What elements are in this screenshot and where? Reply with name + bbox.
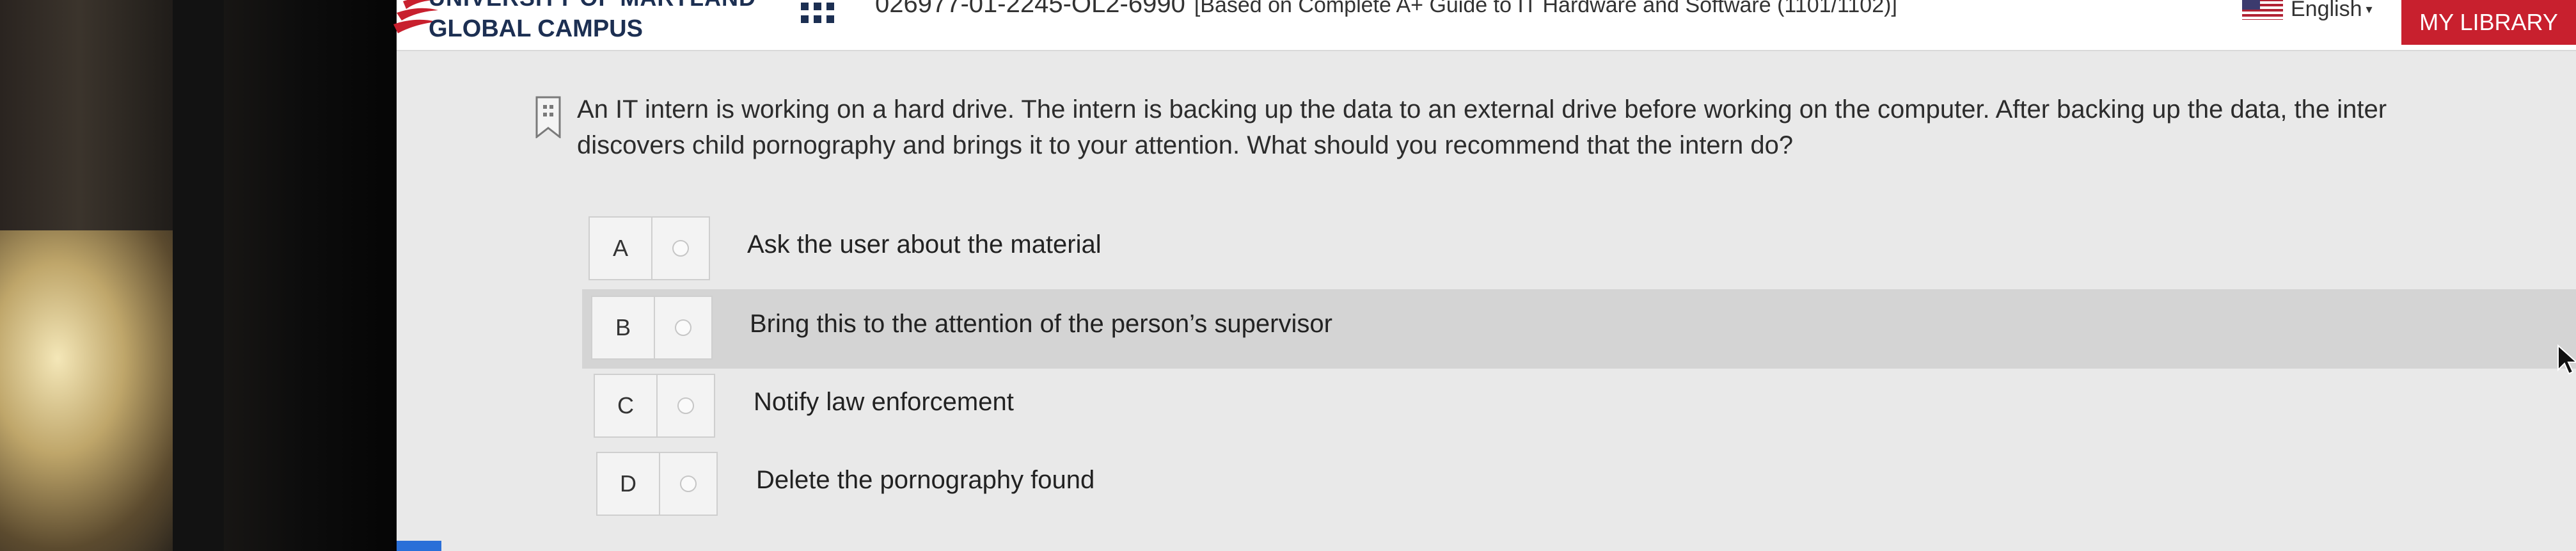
radio-icon <box>677 397 694 414</box>
option-letter: A <box>612 235 628 261</box>
course-code: 026977-01-2245-OL2-6990 <box>875 0 1185 18</box>
option-letter-box: D <box>596 452 660 516</box>
radio-button[interactable] <box>659 452 718 516</box>
language-label: English <box>2291 0 2362 21</box>
top-navigation-bar: UNIVERSITY OF MARYLAND GLOBAL CAMPUS 026… <box>393 0 2576 51</box>
question-line-1: An IT intern is working on a hard drive.… <box>577 95 2387 124</box>
radio-icon <box>672 240 689 257</box>
screen: UNIVERSITY OF MARYLAND GLOBAL CAMPUS 026… <box>393 0 2576 551</box>
radio-button[interactable] <box>654 296 713 360</box>
option-text: Delete the pornography found <box>756 466 1095 494</box>
option-text: Ask the user about the material <box>747 230 1102 259</box>
mouse-pointer-icon <box>2557 344 2576 375</box>
course-identifier: 026977-01-2245-OL2-6990 [Based on Complet… <box>875 0 1897 19</box>
option-letter-box: B <box>591 296 655 360</box>
chevron-down-icon: ▾ <box>2366 2 2373 17</box>
radio-icon <box>675 319 691 336</box>
radio-button[interactable] <box>651 216 710 280</box>
logo-campus-name[interactable]: GLOBAL CAMPUS <box>429 15 643 43</box>
option-text: Bring this to the attention of the perso… <box>750 310 1332 338</box>
radio-icon <box>680 475 697 492</box>
question-text: An IT intern is working on a hard drive.… <box>577 92 2576 163</box>
option-letter: D <box>620 470 636 497</box>
bookmark-icon[interactable] <box>535 96 561 138</box>
background-light <box>0 230 192 551</box>
option-letter-box: C <box>594 374 658 438</box>
logo-university-name[interactable]: UNIVERSITY OF MARYLAND <box>429 0 756 12</box>
my-library-button[interactable]: MY LIBRARY <box>2401 0 2576 45</box>
option-letter: C <box>617 392 634 419</box>
option-letter: B <box>615 314 631 340</box>
background-frame <box>173 0 224 551</box>
my-library-label: MY LIBRARY <box>2419 9 2558 35</box>
course-title: [Based on Complete A+ Guide to IT Hardwa… <box>1194 0 1897 17</box>
question-line-2: discovers child pornography and brings i… <box>577 131 1794 159</box>
flag-icon <box>2242 0 2283 20</box>
grid-icon[interactable] <box>801 0 839 28</box>
option-letter-box: A <box>589 216 652 280</box>
radio-button[interactable] <box>656 374 715 438</box>
taskbar-fragment <box>397 541 441 551</box>
language-selector[interactable]: English ▾ <box>2242 0 2373 22</box>
background-bezel <box>0 0 397 551</box>
option-text: Notify law enforcement <box>754 388 1014 416</box>
